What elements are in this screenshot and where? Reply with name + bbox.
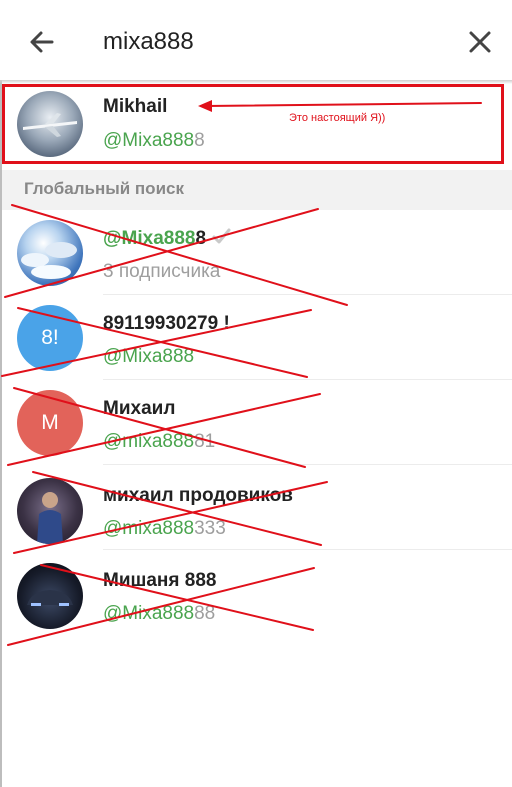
contact-name: михаил продовиков (103, 485, 293, 506)
clear-search-button[interactable] (460, 22, 500, 62)
back-button[interactable] (22, 22, 62, 62)
verified-check-icon (212, 228, 231, 244)
avatar-initials: М (17, 390, 83, 456)
avatar-sky (17, 220, 83, 286)
search-input[interactable] (103, 24, 433, 60)
contact-name: @Mixa8888 (103, 228, 231, 250)
annotation-text: Это настоящий Я)) (289, 112, 386, 124)
annotation-highlight-box (2, 84, 504, 164)
avatar-text: 8! (41, 326, 59, 349)
contact-name: Михаил (103, 398, 176, 419)
close-icon (469, 31, 491, 53)
avatar-text: М (41, 411, 59, 434)
contact-username: @Mixa888 (103, 346, 195, 367)
list-item[interactable]: Мишаня 888 @Mixa88888 (2, 550, 512, 635)
list-item[interactable]: @Mixa8888 3 подписчика (2, 210, 512, 295)
section-title: Глобальный поиск (24, 179, 184, 198)
list-item[interactable]: М Михаил @mixa88881 (2, 380, 512, 465)
contact-name: 89119930279 ! (103, 313, 230, 334)
contact-username: @mixa88881 (103, 431, 216, 452)
contact-username: @mixa888333 (103, 518, 226, 539)
global-search-header: Глобальный поиск (2, 170, 512, 210)
avatar-photo-person (17, 478, 83, 544)
avatar-initials: 8! (17, 305, 83, 371)
avatar-photo-car (17, 563, 83, 629)
contact-username: @Mixa88888 (103, 603, 216, 624)
list-item[interactable]: 8! 89119930279 ! @Mixa888 (2, 295, 512, 380)
search-toolbar (0, 0, 512, 80)
contact-name: Мишаня 888 (103, 570, 217, 591)
subscriber-count: 3 подписчика (103, 261, 221, 282)
list-item[interactable]: михаил продовиков @mixa888333 (2, 465, 512, 550)
arrow-left-icon (30, 31, 54, 53)
